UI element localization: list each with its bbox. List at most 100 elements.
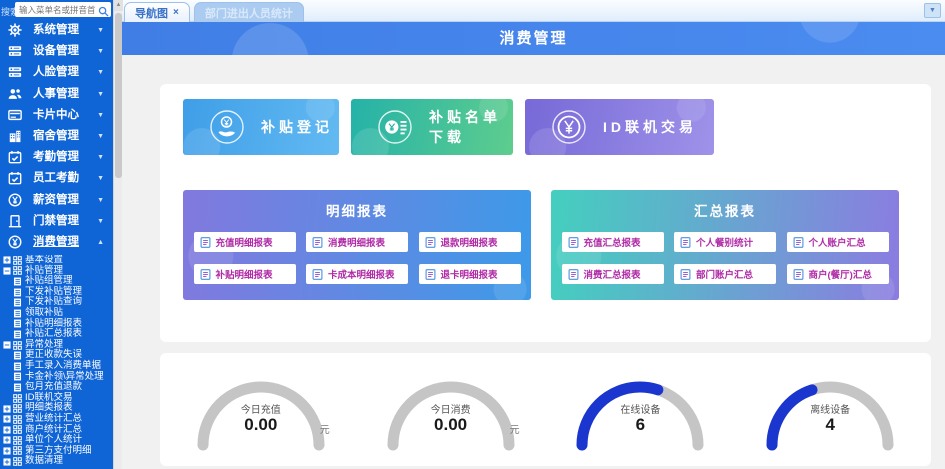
report-button[interactable]: 消费明细报表 bbox=[306, 232, 408, 252]
page-title-bar: 消费管理 bbox=[122, 22, 945, 55]
scrollbar-thumb[interactable] bbox=[115, 13, 122, 178]
sidebar-tree: 基本设置补贴管理补贴组管理下发补贴管理下发补贴查询领取补贴补贴明细报表补贴汇总报… bbox=[0, 255, 113, 469]
calendar-check-icon bbox=[8, 171, 22, 185]
grid-icon bbox=[13, 425, 22, 434]
gauges-card: 今日充值0.00元今日消费0.00元在线设备6离线设备4 bbox=[160, 353, 931, 466]
expander-plus-icon[interactable] bbox=[3, 426, 11, 434]
report-button[interactable]: 卡成本明细报表 bbox=[306, 264, 408, 284]
yen-coin-icon bbox=[8, 235, 22, 249]
sidebar-item-5[interactable]: 卡片中心▼ bbox=[0, 105, 113, 126]
chevron-up-icon[interactable]: ▲ bbox=[97, 232, 104, 253]
chevron-down-icon[interactable]: ▼ bbox=[97, 168, 104, 189]
report-panel-1: 明细报表充值明细报表消费明细报表退款明细报表补贴明细报表卡成本明细报表退卡明细报… bbox=[183, 190, 531, 300]
tree-item[interactable]: 基本设置 bbox=[0, 255, 113, 266]
sidebar-item-1[interactable]: 系统管理 ▼ bbox=[0, 20, 113, 41]
building-icon bbox=[8, 129, 22, 143]
tree-item[interactable]: 营业统计汇总 bbox=[0, 414, 113, 425]
tree-item-label: 数据清理 bbox=[25, 456, 63, 467]
tab-1[interactable]: 导航图× bbox=[124, 2, 190, 22]
tree-item[interactable]: 领取补贴 bbox=[0, 308, 113, 319]
action-button-1[interactable]: 补贴登记 bbox=[183, 99, 339, 155]
report-button[interactable]: 补贴明细报表 bbox=[194, 264, 296, 284]
search-icon[interactable] bbox=[98, 4, 109, 15]
report-button-label: 个人餐别统计 bbox=[696, 235, 753, 249]
expander-plus-icon[interactable] bbox=[3, 415, 11, 423]
panel-title: 明细报表 bbox=[183, 200, 531, 220]
report-button[interactable]: 个人账户汇总 bbox=[787, 232, 889, 252]
door-access-icon bbox=[8, 214, 22, 228]
report-button[interactable]: 部门账户汇总 bbox=[674, 264, 776, 284]
chevron-down-icon[interactable]: ▼ bbox=[97, 211, 104, 232]
device-list-icon bbox=[8, 44, 22, 58]
sidebar-item-11[interactable]: 消费管理▲ bbox=[0, 232, 113, 253]
chevron-down-icon[interactable]: ▼ bbox=[97, 84, 104, 105]
expander-minus-icon[interactable] bbox=[3, 267, 11, 275]
action-button-2[interactable]: 补贴名单下载 bbox=[351, 99, 513, 155]
tabs: 导航图× 部门进出人员统计 bbox=[124, 2, 304, 22]
gauge-value: 6 bbox=[551, 415, 729, 435]
tab-label: 部门进出人员统计 bbox=[205, 5, 293, 21]
hand-coin-icon bbox=[209, 109, 245, 145]
chevron-down-icon[interactable]: ▼ bbox=[97, 41, 104, 62]
sidebar-item-6[interactable]: 宿舍管理 ▼ bbox=[0, 126, 113, 147]
expander-plus-icon[interactable] bbox=[3, 436, 11, 444]
expander-plus-icon[interactable] bbox=[3, 256, 11, 264]
expander-plus-icon[interactable] bbox=[3, 405, 11, 413]
sidebar-item-label: 薪资管理 bbox=[33, 194, 79, 206]
report-button-label: 充值汇总报表 bbox=[584, 235, 641, 249]
chevron-down-icon[interactable]: ▼ bbox=[97, 62, 104, 83]
report-button[interactable]: 退卡明细报表 bbox=[419, 264, 521, 284]
expander-plus-icon[interactable] bbox=[3, 447, 11, 455]
gauge-label: 在线设备 bbox=[551, 401, 729, 416]
sidebar-item-4[interactable]: 人事管理▼ bbox=[0, 84, 113, 105]
report-button[interactable]: 商户(餐厅)汇总 bbox=[787, 264, 889, 284]
close-icon[interactable]: × bbox=[173, 7, 179, 18]
gear-icon bbox=[8, 23, 22, 37]
expander-plus-icon[interactable] bbox=[3, 458, 11, 466]
gauge-label: 今日消费 bbox=[362, 401, 540, 416]
report-button[interactable]: 消费汇总报表 bbox=[562, 264, 664, 284]
expander-minus-icon[interactable] bbox=[3, 341, 11, 349]
scroll-up-icon[interactable]: ▲ bbox=[114, 0, 123, 11]
report-button[interactable]: 退款明细报表 bbox=[419, 232, 521, 252]
sidebar-item-label: 宿舍管理 bbox=[33, 130, 79, 142]
tab-overflow-button[interactable]: ▼ bbox=[924, 3, 941, 18]
report-button[interactable]: 充值明细报表 bbox=[194, 232, 296, 252]
report-button[interactable]: 个人餐别统计 bbox=[674, 232, 776, 252]
tab-2[interactable]: 部门进出人员统计 bbox=[194, 2, 304, 22]
doc-icon bbox=[13, 277, 22, 286]
gauge-unit: 元 bbox=[510, 421, 520, 436]
report-button[interactable]: 充值汇总报表 bbox=[562, 232, 664, 252]
chevron-down-icon[interactable]: ▼ bbox=[97, 147, 104, 168]
sidebar-item-7[interactable]: 考勤管理▼ bbox=[0, 147, 113, 168]
doc-icon bbox=[13, 383, 22, 392]
sidebar-item-9[interactable]: 薪资管理 ▼ bbox=[0, 190, 113, 211]
grid-icon bbox=[13, 256, 22, 265]
gauge-3: 在线设备6 bbox=[551, 363, 729, 459]
chevron-down-icon[interactable]: ▼ bbox=[97, 105, 104, 126]
panel-button-row: 充值汇总报表 个人餐别统计 个人账户汇总 bbox=[551, 232, 899, 252]
report-doc-icon bbox=[680, 269, 691, 280]
doc-icon bbox=[13, 330, 22, 339]
grid-icon bbox=[13, 341, 22, 350]
sidebar-scrollbar[interactable]: ▲ bbox=[113, 0, 122, 469]
chevron-down-icon[interactable]: ▼ bbox=[97, 190, 104, 211]
sidebar-item-label: 系统管理 bbox=[33, 24, 79, 36]
sidebar-item-10[interactable]: 门禁管理▼ bbox=[0, 211, 113, 232]
tree-item[interactable]: 数据清理 bbox=[0, 456, 113, 467]
report-panel-2: 汇总报表充值汇总报表个人餐别统计个人账户汇总消费汇总报表部门账户汇总商户(餐厅)… bbox=[551, 190, 899, 300]
action-button-3[interactable]: ID联机交易 bbox=[525, 99, 714, 155]
search-input[interactable] bbox=[17, 4, 98, 16]
face-list-icon bbox=[8, 65, 22, 79]
sidebar-item-2[interactable]: 设备管理▼ bbox=[0, 41, 113, 62]
tree-item[interactable]: 手工录入消费单据 bbox=[0, 361, 113, 372]
report-doc-icon bbox=[425, 237, 436, 248]
chevron-down-icon[interactable]: ▼ bbox=[97, 20, 104, 41]
dashboard-card: 补贴登记补贴名单下载ID联机交易 明细报表充值明细报表消费明细报表退款明细报表补… bbox=[160, 84, 931, 342]
sidebar-item-3[interactable]: 人脸管理▼ bbox=[0, 62, 113, 83]
sidebar-item-label: 员工考勤 bbox=[33, 172, 79, 184]
chevron-down-icon[interactable]: ▼ bbox=[97, 126, 104, 147]
panel-button-row: 充值明细报表消费明细报表退款明细报表 bbox=[183, 232, 531, 252]
action-button-label: 补贴登记 bbox=[261, 117, 333, 137]
sidebar-item-8[interactable]: 员工考勤 ▼ bbox=[0, 168, 113, 189]
